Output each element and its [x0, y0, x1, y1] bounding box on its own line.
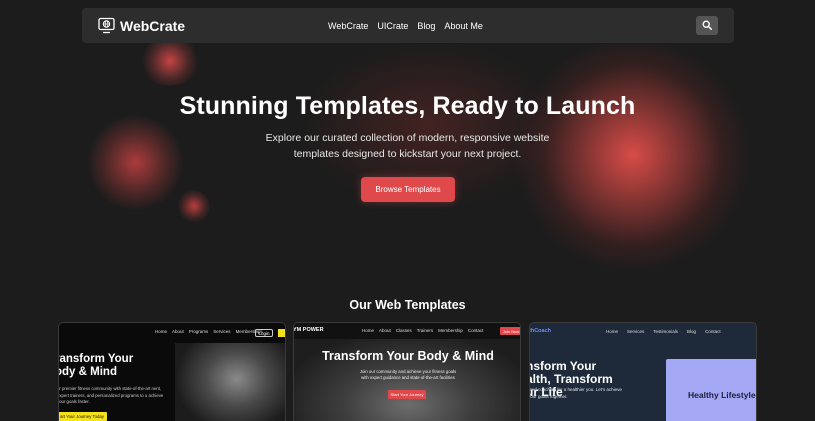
template-nav-item: Testimonials — [653, 329, 679, 334]
template-card-fitness[interactable]: Home About Programs Services Memberships… — [58, 322, 286, 421]
search-button[interactable] — [696, 16, 718, 35]
template-nav: Home About Classes Trainers Membership C… — [362, 328, 483, 333]
navbar: WebCrate WebCrate UICrate Blog About Me — [82, 8, 734, 43]
template-nav-item: Classes — [395, 328, 412, 333]
hero-subtitle: Explore our curated collection of modern… — [250, 130, 565, 162]
template-nav-item: Programs — [188, 329, 209, 334]
template-nav-item: Home — [155, 329, 168, 334]
brand-name: WebCrate — [120, 17, 186, 34]
template-title: Transform Your Body & Mind — [322, 349, 494, 363]
section-title: Our Web Templates — [349, 298, 466, 312]
template-panel-label: Healthy Lifestyle — [688, 390, 756, 400]
hero-photo — [175, 343, 285, 421]
template-brand: thCoach — [529, 328, 551, 334]
template-nav-item: Services — [627, 329, 645, 334]
template-text: rsed coaching for a healthier you. Let's… — [529, 387, 622, 399]
template-nav: Home Services Testimonials Blog Contact — [606, 329, 721, 334]
template-nav-item: Home — [362, 328, 375, 333]
template-nav-item: Blog — [687, 329, 697, 334]
template-login-button: Login — [255, 329, 273, 337]
nav-link-webcrate[interactable]: WebCrate — [328, 21, 368, 31]
nav-link-about-me[interactable]: About Me — [444, 21, 483, 31]
template-nav-item: Contact — [467, 328, 484, 333]
monitor-globe-icon — [98, 17, 115, 34]
template-nav: Home About Programs Services Memberships — [155, 329, 263, 334]
brand-link[interactable]: WebCrate — [98, 17, 185, 34]
template-cta: art Your Journey Today — [59, 412, 107, 421]
template-text: Join our community and achieve your fitn… — [359, 369, 457, 380]
nav-link-blog[interactable]: Blog — [417, 21, 435, 31]
hero-subtitle-line: templates designed to kickstart your nex… — [293, 148, 522, 160]
hero-subtitle-line: Explore our curated collection of modern… — [265, 132, 550, 144]
template-nav-item: About — [379, 328, 391, 333]
background-glow — [178, 190, 210, 222]
hero-title: Stunning Templates, Ready to Launch — [179, 92, 636, 120]
template-brand: YM POWER — [293, 327, 324, 333]
template-text: ur premier fitness community with state-… — [58, 386, 164, 404]
template-nav-item: About — [172, 329, 184, 334]
template-join-button: Join Now — [500, 327, 520, 335]
nav-link-uicrate[interactable]: UICrate — [377, 21, 408, 31]
template-nav-item: Services — [213, 329, 231, 334]
template-nav-item: Contact — [705, 329, 721, 334]
background-glow — [140, 36, 200, 86]
template-card-gym-power[interactable]: YM POWER Home About Classes Trainers Mem… — [293, 322, 521, 421]
background-glow — [88, 115, 183, 210]
template-nav-item: Home — [606, 329, 619, 334]
template-nav-item: Membership — [438, 328, 463, 333]
template-title: ransform Your ody & Mind — [58, 353, 134, 378]
template-cta: Start Your Journey — [388, 390, 426, 399]
template-nav-item: Trainers — [416, 328, 434, 333]
template-accent-button — [278, 329, 285, 337]
browse-templates-button[interactable]: Browse Templates — [361, 177, 455, 202]
template-card-health-coach[interactable]: thCoach Home Services Testimonials Blog … — [529, 322, 757, 421]
nav-links: WebCrate UICrate Blog About Me — [328, 8, 483, 43]
search-icon — [702, 17, 712, 35]
